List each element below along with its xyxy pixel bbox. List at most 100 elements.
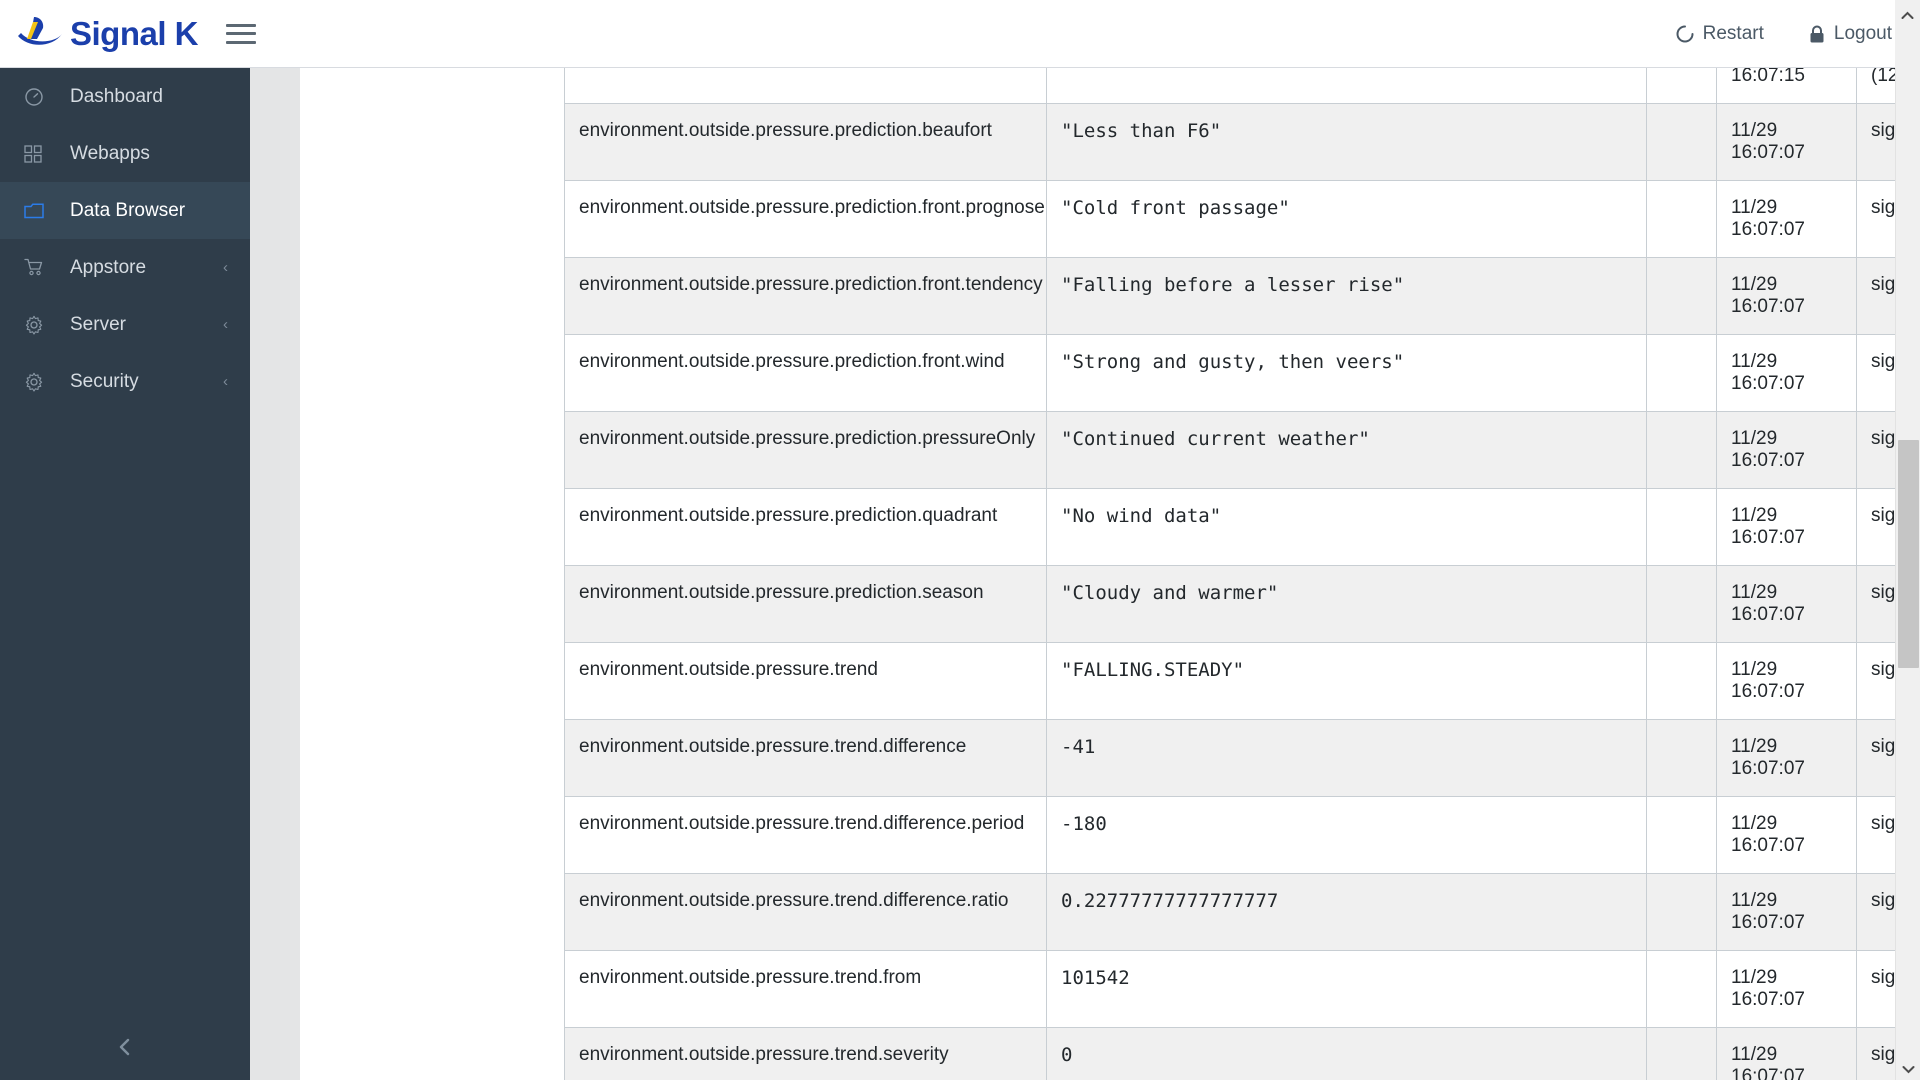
cart-icon — [24, 257, 52, 279]
sidebar-item-webapps[interactable]: Webapps — [0, 125, 250, 182]
cell-units — [1646, 488, 1717, 566]
cell-path: environment.outside.pressure.trend.sever… — [564, 1027, 1047, 1080]
table-row[interactable]: environment.outside.pressure.trend.from 1… — [564, 950, 1895, 1028]
table-row[interactable]: environment.outside.pressure.trend "FALLI… — [564, 642, 1895, 720]
gear-icon — [24, 314, 52, 336]
cell-timestamp: 11/29 16:07:07 — [1716, 565, 1857, 643]
cell-units — [1646, 796, 1717, 874]
cell-path: environment.outside.pressure.prediction.… — [564, 565, 1047, 643]
cell-units — [1646, 719, 1717, 797]
table-row[interactable]: environment.outside.pressure101503Pa11/2… — [564, 68, 1895, 104]
cell-source: signalk-barometer-trend — [1856, 950, 1895, 1028]
chevron-left-icon — [114, 1036, 136, 1063]
restart-circle-icon — [1675, 24, 1695, 44]
table-row[interactable]: environment.outside.pressure.trend.diffe… — [564, 873, 1895, 951]
cell-path: environment.outside.pressure — [564, 68, 1047, 104]
sidebar-item-label: Appstore — [70, 256, 147, 278]
cell-value: "No wind data" — [1046, 488, 1647, 566]
cell-timestamp: 11/29 16:07:07 — [1716, 334, 1857, 412]
cell-source: signalk-barometer-trend — [1856, 488, 1895, 566]
table-row[interactable]: environment.outside.pressure.trend.diffe… — [564, 796, 1895, 874]
sidebar-item-caret: ‹ — [223, 259, 228, 276]
sidebar-item-label: Dashboard — [70, 85, 163, 107]
cell-timestamp: 11/29 16:07:07 — [1716, 642, 1857, 720]
sidebar-item-caret: ‹ — [223, 316, 228, 333]
cell-timestamp: 11/29 16:07:07 — [1716, 796, 1857, 874]
data-browser-table-body: environment.outside.pressure101503Pa11/2… — [564, 68, 1895, 1080]
hamburger-icon[interactable] — [226, 21, 257, 47]
restart-label: Restart — [1702, 22, 1764, 44]
table-row[interactable]: environment.outside.pressure.prediction.… — [564, 411, 1895, 489]
cell-timestamp: 11/29 16:07:07 — [1716, 873, 1857, 951]
sidebar-item-label: Webapps — [70, 142, 150, 164]
logout-button[interactable]: Logout — [1808, 23, 1892, 45]
cell-units — [1646, 873, 1717, 951]
cell-path: environment.outside.pressure.prediction.… — [564, 488, 1047, 566]
cell-source: signalk-barometer-trend — [1856, 719, 1895, 797]
table-row[interactable]: environment.outside.pressure.prediction.… — [564, 565, 1895, 643]
sidebar-item-server[interactable]: Server ‹ — [0, 296, 250, 353]
folder-icon — [24, 200, 52, 222]
cell-units — [1646, 334, 1717, 412]
cell-timestamp: 11/29 16:07:07 — [1716, 411, 1857, 489]
table-row[interactable]: environment.outside.pressure.prediction.… — [564, 488, 1895, 566]
sidebar-item-appstore[interactable]: Appstore ‹ — [0, 239, 250, 296]
cell-value: 101542 — [1046, 950, 1647, 1028]
brand-title: Signal K — [70, 14, 199, 52]
cell-path: environment.outside.pressure.trend.diffe… — [564, 796, 1047, 874]
cell-value: 0.22777777777777777 — [1046, 873, 1647, 951]
table-row[interactable]: environment.outside.pressure.trend.diffe… — [564, 719, 1895, 797]
cell-source: signalk-barometer-trend — [1856, 796, 1895, 874]
brand[interactable]: Signal K — [14, 0, 199, 68]
table-row[interactable]: environment.outside.pressure.prediction.… — [564, 334, 1895, 412]
sidebar-item-security[interactable]: Security ‹ — [0, 353, 250, 410]
scrollbar-thumb[interactable] — [1898, 440, 1919, 668]
data-browser-scroll-region[interactable]: environment.outside.pressure101503Pa11/2… — [250, 68, 1895, 1080]
table-row[interactable]: environment.outside.pressure.prediction.… — [564, 103, 1895, 181]
cell-value: -180 — [1046, 796, 1647, 874]
data-browser-table: environment.outside.pressure101503Pa11/2… — [564, 68, 1895, 1080]
table-row[interactable]: environment.outside.pressure.trend.sever… — [564, 1027, 1895, 1080]
cell-value: "FALLING.STEADY" — [1046, 642, 1647, 720]
top-header: Signal K Restart Logout — [0, 0, 1920, 68]
cell-timestamp: 11/29 16:07:07 — [1716, 950, 1857, 1028]
chevron-down-icon[interactable] — [1896, 1058, 1920, 1080]
sidebar-item-label: Data Browser — [70, 199, 186, 221]
sidebar-item-data-browser[interactable]: Data Browser — [0, 182, 250, 239]
cell-timestamp: 11/29 16:07:07 — [1716, 180, 1857, 258]
cell-timestamp: 11/29 16:07:07 — [1716, 103, 1857, 181]
sidebar-item-caret: ‹ — [223, 373, 228, 390]
sidebar-item-dashboard[interactable]: Dashboard — [0, 68, 250, 125]
cell-source: signalk-barometer-trend — [1856, 411, 1895, 489]
cell-timestamp: 11/29 16:07:07 — [1716, 488, 1857, 566]
cell-source: signalk-barometer-trend — [1856, 873, 1895, 951]
speedometer-icon — [24, 86, 52, 108]
header-actions: Restart Logout — [1631, 23, 1892, 45]
cell-timestamp: 11/29 16:07:07 — [1716, 1027, 1857, 1080]
sidebar-item-label: Server — [70, 313, 126, 335]
cell-source: signalk-barometer-trend — [1856, 1027, 1895, 1080]
cell-units — [1646, 180, 1717, 258]
table-row[interactable]: environment.outside.pressure.prediction.… — [564, 180, 1895, 258]
cell-value: "Falling before a lesser rise" — [1046, 257, 1647, 335]
cell-source: signalk-barometer-trend — [1856, 180, 1895, 258]
cell-timestamp: 11/29 16:07:15 — [1716, 68, 1857, 104]
cell-path: environment.outside.pressure.prediction.… — [564, 180, 1047, 258]
sidebar-collapse-button[interactable] — [0, 1018, 250, 1080]
cell-units — [1646, 1027, 1717, 1080]
restart-button[interactable]: Restart — [1675, 23, 1764, 45]
cell-path: environment.outside.pressure.prediction.… — [564, 257, 1047, 335]
hamburger-bar — [226, 23, 257, 27]
chevron-up-icon[interactable] — [1895, 6, 1920, 24]
gear-icon — [24, 371, 52, 393]
cell-source: signalk-barometer-trend — [1856, 565, 1895, 643]
cell-units — [1646, 950, 1717, 1028]
vertical-scrollbar[interactable] — [1895, 68, 1920, 1080]
cell-units: Pa — [1646, 68, 1717, 104]
cell-value: "Less than F6" — [1046, 103, 1647, 181]
sidebar-nav: Dashboard Webapps Data Browser Appstore … — [0, 68, 250, 410]
logout-label: Logout — [1833, 22, 1892, 44]
cell-path: environment.outside.pressure.trend — [564, 642, 1047, 720]
cell-source: signalk-barometer-trend — [1856, 334, 1895, 412]
table-row[interactable]: environment.outside.pressure.prediction.… — [564, 257, 1895, 335]
